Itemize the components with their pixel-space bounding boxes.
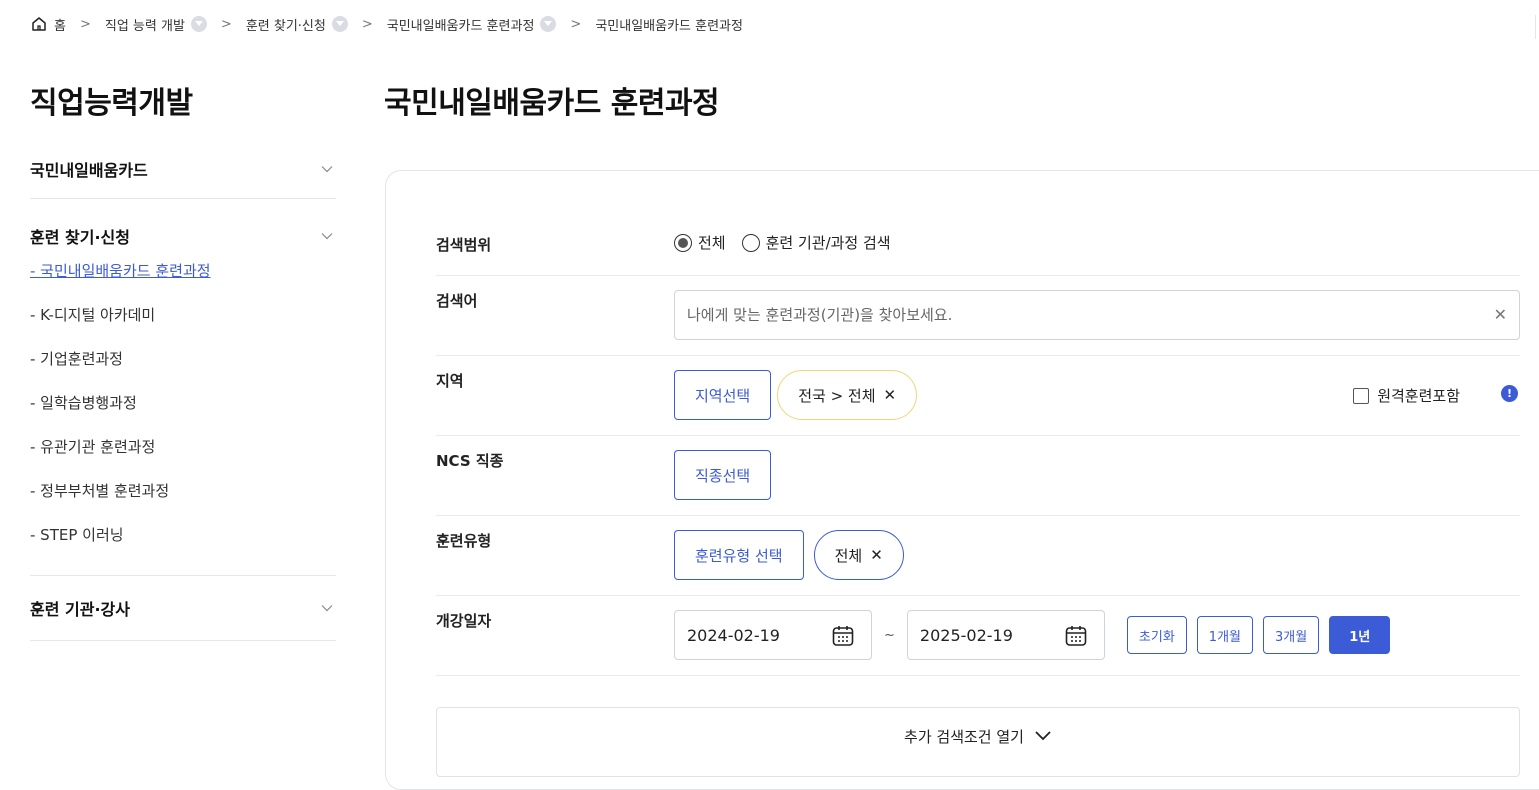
radio-icon <box>741 233 760 252</box>
scope-label: 검색범위 <box>436 236 492 254</box>
ncs-select-button[interactable]: 직종선택 <box>674 450 772 500</box>
region-chip[interactable]: 전국 > 전체 ✕ <box>777 370 918 420</box>
close-icon[interactable]: ✕ <box>870 546 883 564</box>
breadcrumb-home[interactable]: 홈 <box>54 15 66 34</box>
chip-label: 전국 > 전체 <box>798 386 876 405</box>
more-conditions-button[interactable]: 추가 검색조건 열기 <box>436 707 1520 777</box>
sidebar-item-step[interactable]: - STEP 이러닝 <box>30 513 336 557</box>
breadcrumb-label: 직업 능력 개발 <box>104 18 185 34</box>
search-form: 검색범위 전체 훈련 기관/과정 검색 검색어 ✕ 지역 지역선택전국 > 전체… <box>436 214 1520 676</box>
sidebar-title: 직업능력개발 <box>30 86 193 121</box>
breadcrumb-item-3[interactable]: 국민내일배움카드 훈련과정 <box>387 15 557 34</box>
sidebar-item-company[interactable]: - 기업훈련과정 <box>30 337 336 381</box>
close-icon[interactable]: ✕ <box>884 386 897 404</box>
search-input[interactable] <box>675 291 1519 339</box>
chevron-right-icon: > <box>220 16 232 32</box>
start-date-field[interactable]: 2024-02-19 <box>674 610 872 660</box>
remote-training-label: 원격훈련포함 <box>1377 387 1460 405</box>
breadcrumb-label: 국민내일배움카드 훈련과정 <box>386 18 535 34</box>
divider <box>1535 15 1539 39</box>
chevron-down-icon <box>321 605 333 612</box>
ncs-row: NCS 직종 직종선택 <box>436 436 1520 516</box>
chevron-right-icon: > <box>361 16 373 32</box>
training-type-chip[interactable]: 전체 ✕ <box>813 530 904 580</box>
breadcrumb-current: 국민내일배움카드 훈련과정 <box>595 18 743 34</box>
ncs-label: NCS 직종 <box>436 452 504 470</box>
end-date-field[interactable]: 2025-02-19 <box>906 610 1105 660</box>
period-1-month-button[interactable]: 1개월 <box>1196 616 1253 654</box>
chevron-down-icon[interactable] <box>190 16 207 32</box>
sidebar-group-label: 훈련 찾기·신청 <box>30 228 130 247</box>
sidebar-group-label: 훈련 기관·강사 <box>30 600 130 619</box>
sidebar-item-work-study[interactable]: - 일학습병행과정 <box>30 381 336 425</box>
home-icon[interactable] <box>30 15 48 33</box>
sidebar-submenu: - 국민내일배움카드 훈련과정 - K-디지털 아카데미 - 기업훈련과정 - … <box>30 249 336 575</box>
sidebar-group-card: 국민내일배움카드 <box>30 140 336 199</box>
end-date-value: 2025-02-19 <box>919 625 1013 645</box>
sidebar-group-toggle[interactable]: 훈련 기관·강사 <box>30 576 336 640</box>
radio-label: 훈련 기관/과정 검색 <box>765 234 891 252</box>
clear-icon[interactable]: ✕ <box>1494 307 1507 323</box>
start-date-row: 개강일자 2024-02-19 ~ 2025-02-19 초기화 1개월 3개월… <box>436 596 1520 676</box>
period-3-month-button[interactable]: 3개월 <box>1263 616 1320 654</box>
chevron-right-icon: > <box>570 16 582 32</box>
info-icon[interactable]: ! <box>1501 385 1518 402</box>
sidebar-group-label: 국민내일배움카드 <box>30 161 148 180</box>
chevron-down-icon <box>321 233 333 240</box>
chip-label: 전체 <box>834 546 863 565</box>
region-label: 지역 <box>436 372 464 390</box>
more-conditions-label: 추가 검색조건 열기 <box>904 728 1024 746</box>
sidebar-group-toggle[interactable]: 국민내일배움카드 <box>30 140 336 198</box>
scope-row: 검색범위 전체 훈련 기관/과정 검색 <box>436 214 1520 276</box>
chevron-down-icon[interactable] <box>540 16 557 32</box>
breadcrumb-item-2[interactable]: 훈련 찾기·신청 <box>246 15 348 34</box>
chevron-right-icon: > <box>79 16 91 32</box>
training-type-row: 훈련유형 훈련유형 선택 전체 ✕ <box>436 516 1520 596</box>
keyword-row: 검색어 ✕ <box>436 276 1520 356</box>
sidebar-group-institution: 훈련 기관·강사 <box>30 576 336 641</box>
breadcrumb-item-1[interactable]: 직업 능력 개발 <box>105 15 207 34</box>
breadcrumb: 홈 > 직업 능력 개발 > 훈련 찾기·신청 > 국민내일배움카드 훈련과정 … <box>30 12 743 36</box>
calendar-icon[interactable] <box>831 624 855 648</box>
sidebar-item-card-course[interactable]: - 국민내일배움카드 훈련과정 <box>30 249 336 293</box>
calendar-icon[interactable] <box>1064 624 1088 648</box>
sidebar-item-related[interactable]: - 유관기관 훈련과정 <box>30 425 336 469</box>
chevron-down-icon[interactable] <box>331 16 348 32</box>
region-select-button[interactable]: 지역선택 <box>674 370 772 420</box>
period-1-year-button[interactable]: 1년 <box>1329 616 1391 654</box>
sidebar-item-k-digital[interactable]: - K-디지털 아카데미 <box>30 293 336 337</box>
chevron-down-icon <box>1035 731 1051 741</box>
date-separator: ~ <box>884 627 895 643</box>
reset-button[interactable]: 초기화 <box>1126 616 1187 654</box>
start-date-value: 2024-02-19 <box>687 625 780 645</box>
scope-radio-all[interactable]: 전체 <box>674 232 726 253</box>
radio-label: 전체 <box>698 234 726 252</box>
sidebar-nav: 국민내일배움카드 훈련 찾기·신청 - 국민내일배움카드 훈련과정 - K-디지… <box>30 140 336 641</box>
remote-training-checkbox[interactable] <box>1353 387 1370 404</box>
period-buttons: 초기화 1개월 3개월 1년 <box>1126 616 1400 654</box>
sidebar-item-government[interactable]: - 정부부처별 훈련과정 <box>30 469 336 513</box>
training-type-select-button[interactable]: 훈련유형 선택 <box>674 530 804 580</box>
radio-selected-icon <box>674 233 692 252</box>
chevron-down-icon <box>321 166 333 173</box>
training-type-label: 훈련유형 <box>436 532 492 550</box>
scope-radio-institution[interactable]: 훈련 기관/과정 검색 <box>741 232 891 253</box>
sidebar-group-search: 훈련 찾기·신청 - 국민내일배움카드 훈련과정 - K-디지털 아카데미 - … <box>30 199 336 576</box>
start-date-label: 개강일자 <box>436 612 492 630</box>
breadcrumb-label: 훈련 찾기·신청 <box>245 18 326 34</box>
remote-training-option: 원격훈련포함 <box>1353 385 1460 406</box>
keyword-field: ✕ <box>674 290 1520 340</box>
page-title: 국민내일배움카드 훈련과정 <box>384 86 720 121</box>
keyword-label: 검색어 <box>436 292 478 310</box>
region-row: 지역 지역선택 전국 > 전체 ✕ 원격훈련포함 ! <box>436 356 1520 436</box>
